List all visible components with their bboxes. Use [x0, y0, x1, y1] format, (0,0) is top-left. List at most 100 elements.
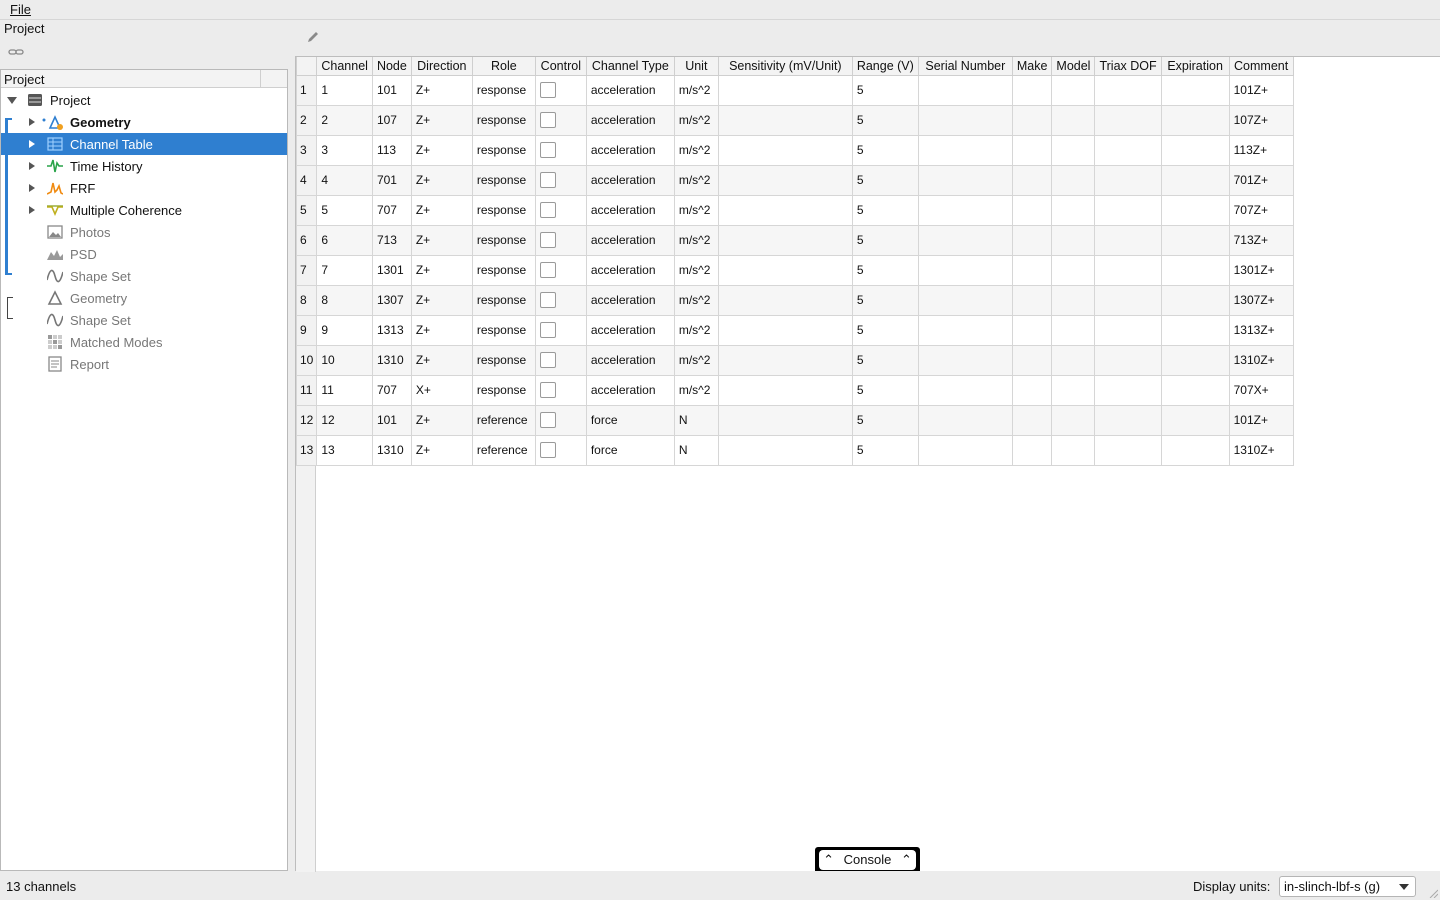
tree-item-report[interactable]: Report	[1, 353, 287, 375]
table-cell[interactable]: response	[471, 104, 536, 136]
table-cell[interactable]: 707	[371, 374, 412, 406]
collapse-arrow-icon[interactable]	[7, 97, 17, 104]
control-cell[interactable]	[534, 374, 587, 406]
table-row[interactable]: 8 8 1307 Z+ response acceleration m/s^2 5 1307Z+	[295, 284, 1294, 316]
table-cell[interactable]	[1160, 314, 1230, 346]
table-cell[interactable]	[917, 224, 1013, 256]
column-header[interactable]: Direction	[410, 57, 473, 76]
table-cell[interactable]: 6	[316, 224, 373, 256]
table-cell[interactable]: 9	[316, 314, 373, 346]
table-cell[interactable]: 5	[851, 374, 919, 406]
table-cell[interactable]: response	[471, 164, 536, 196]
table-cell[interactable]	[1011, 194, 1053, 226]
table-cell[interactable]	[1160, 404, 1230, 436]
table-cell[interactable]	[1051, 404, 1096, 436]
table-cell[interactable]: m/s^2	[673, 134, 719, 166]
tree-item-photos[interactable]: Photos	[1, 221, 287, 243]
table-cell[interactable]	[717, 314, 853, 346]
table-cell[interactable]	[1094, 404, 1162, 436]
table-cell[interactable]	[1094, 284, 1162, 316]
table-cell[interactable]	[917, 404, 1013, 436]
table-cell[interactable]	[917, 134, 1013, 166]
pencil-icon[interactable]	[306, 30, 320, 44]
table-cell[interactable]	[717, 374, 853, 406]
table-cell[interactable]	[1160, 164, 1230, 196]
tree-item-shape-set-2[interactable]: Shape Set	[1, 309, 287, 331]
table-cell[interactable]: 1	[316, 74, 373, 106]
table-cell[interactable]: 5	[851, 164, 919, 196]
table-cell[interactable]: response	[471, 314, 536, 346]
table-cell[interactable]: m/s^2	[673, 164, 719, 196]
table-cell[interactable]	[917, 314, 1013, 346]
table-cell[interactable]: m/s^2	[673, 104, 719, 136]
table-cell[interactable]	[1051, 434, 1096, 466]
table-row[interactable]: 7 7 1301 Z+ response acceleration m/s^2 5 1301Z+	[295, 254, 1294, 286]
table-cell[interactable]: 8	[316, 284, 373, 316]
table-cell[interactable]	[1011, 434, 1053, 466]
table-cell[interactable]	[717, 344, 853, 376]
table-cell[interactable]	[1011, 104, 1053, 136]
tree-item-matched-modes[interactable]: Matched Modes	[1, 331, 287, 353]
table-cell[interactable]: reference	[471, 404, 536, 436]
column-header[interactable]: Serial Number	[917, 57, 1013, 76]
table-cell[interactable]: 101Z+	[1228, 404, 1294, 436]
table-cell[interactable]: 5	[851, 224, 919, 256]
table-cell[interactable]: Z+	[410, 74, 473, 106]
table-cell[interactable]: response	[471, 224, 536, 256]
table-cell[interactable]	[717, 224, 853, 256]
table-cell[interactable]: 101	[371, 404, 412, 436]
column-header[interactable]: Unit	[673, 57, 719, 76]
tree-item-geometry[interactable]: Geometry	[1, 111, 287, 133]
table-cell[interactable]: 1310	[371, 344, 412, 376]
table-cell[interactable]	[917, 284, 1013, 316]
expand-arrow-icon[interactable]	[29, 140, 35, 148]
table-cell[interactable]	[917, 164, 1013, 196]
column-header[interactable]: Model	[1051, 57, 1096, 76]
table-cell[interactable]: m/s^2	[673, 284, 719, 316]
table-cell[interactable]	[1160, 74, 1230, 106]
table-cell[interactable]: Z+	[410, 434, 473, 466]
table-cell[interactable]: force	[585, 434, 675, 466]
expand-arrow-icon[interactable]	[29, 206, 35, 214]
table-cell[interactable]: acceleration	[585, 74, 675, 106]
table-cell[interactable]	[1094, 194, 1162, 226]
table-cell[interactable]: 5	[851, 434, 919, 466]
tree-item-time-history[interactable]: Time History	[1, 155, 287, 177]
control-cell[interactable]	[534, 224, 587, 256]
control-cell[interactable]	[534, 344, 587, 376]
table-cell[interactable]	[717, 404, 853, 436]
table-cell[interactable]: m/s^2	[673, 314, 719, 346]
table-cell[interactable]	[1011, 314, 1053, 346]
tree-item-frf[interactable]: FRF	[1, 177, 287, 199]
table-cell[interactable]: acceleration	[585, 224, 675, 256]
control-checkbox[interactable]	[539, 442, 556, 458]
table-cell[interactable]	[1094, 344, 1162, 376]
column-header[interactable]: Control	[534, 57, 587, 76]
column-header[interactable]: Channel Type	[585, 57, 675, 76]
column-header[interactable]: Channel	[316, 57, 373, 76]
table-cell[interactable]: acceleration	[585, 344, 675, 376]
table-cell[interactable]: 2	[316, 104, 373, 136]
table-cell[interactable]	[917, 374, 1013, 406]
table-cell[interactable]: Z+	[410, 194, 473, 226]
table-cell[interactable]	[1011, 74, 1053, 106]
table-cell[interactable]: force	[585, 404, 675, 436]
table-cell[interactable]	[917, 434, 1013, 466]
table-cell[interactable]	[1160, 254, 1230, 286]
tree-item-geometry-2[interactable]: Geometry	[1, 287, 287, 309]
control-checkbox[interactable]	[539, 262, 556, 278]
control-cell[interactable]	[534, 104, 587, 136]
table-cell[interactable]: Z+	[410, 314, 473, 346]
table-cell[interactable]: acceleration	[585, 164, 675, 196]
control-checkbox[interactable]	[539, 412, 556, 428]
table-cell[interactable]: 5	[851, 404, 919, 436]
column-header[interactable]: Triax DOF	[1094, 57, 1162, 76]
table-cell[interactable]: 107	[371, 104, 412, 136]
table-cell[interactable]: 707X+	[1228, 374, 1294, 406]
table-cell[interactable]: response	[471, 194, 536, 226]
table-cell[interactable]	[1011, 284, 1053, 316]
control-checkbox[interactable]	[539, 172, 556, 188]
table-cell[interactable]	[1051, 314, 1096, 346]
table-cell[interactable]: Z+	[410, 224, 473, 256]
table-cell[interactable]: 12	[316, 404, 373, 436]
